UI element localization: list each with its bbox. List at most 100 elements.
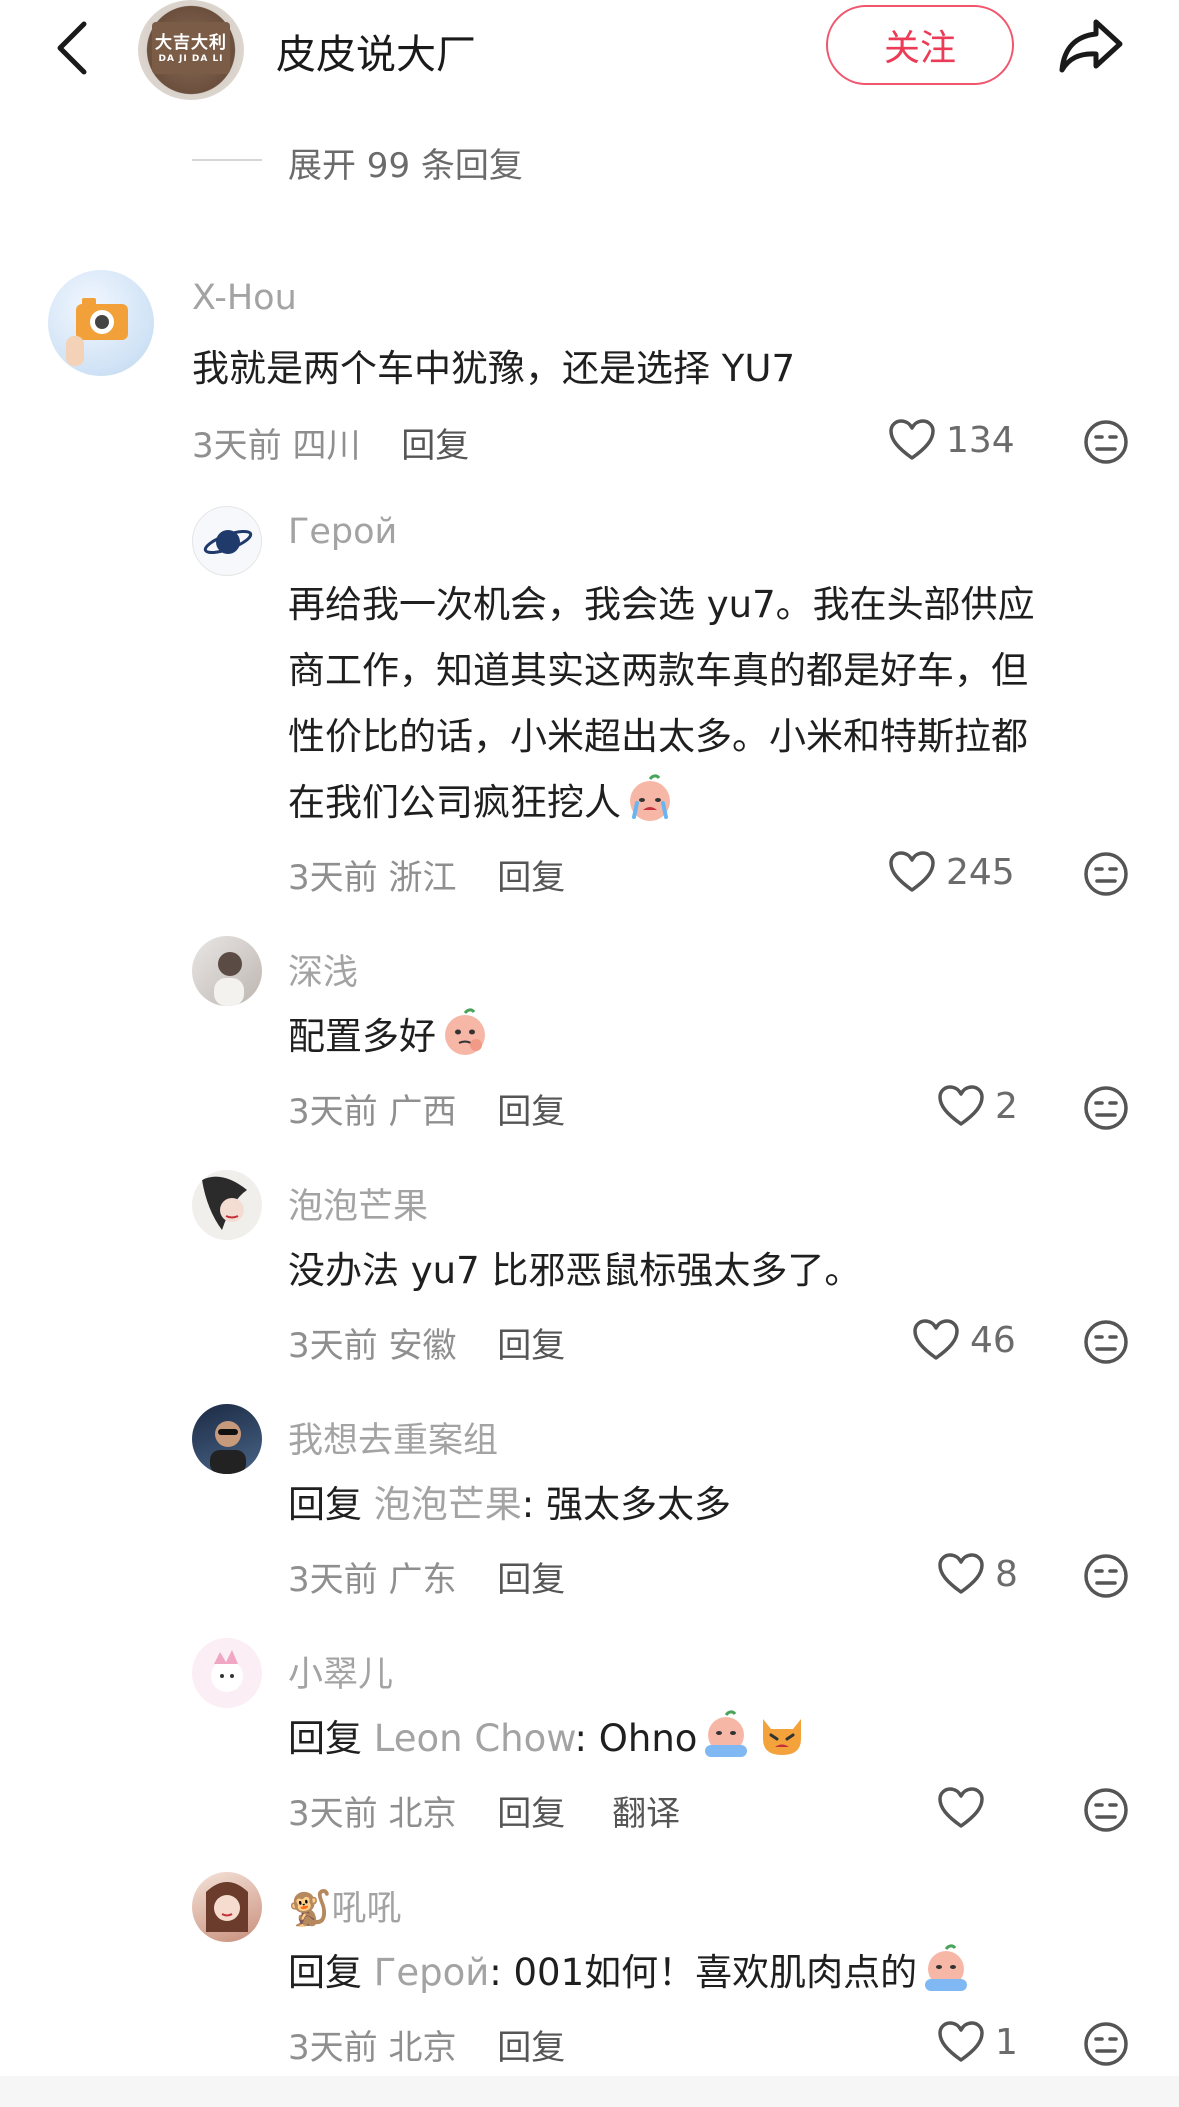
heart-icon — [889, 851, 935, 892]
comment-username[interactable]: 深浅 — [288, 944, 358, 995]
comment-meta: 3天前 广东 回复 — [288, 1552, 565, 1601]
comment-text-line: 商工作，知道其实这两款车真的都是好车，但 — [288, 649, 1028, 692]
avatar[interactable] — [192, 506, 262, 576]
like-count: 245 — [946, 851, 1015, 893]
comment-text-wrap: 回复 Leon Chow: Ohno — [288, 1706, 809, 1772]
comment-location: 北京 — [388, 1794, 457, 1834]
comment-text: : 强太多太多 — [521, 1483, 731, 1526]
like-button[interactable]: 2 — [937, 1084, 1018, 1128]
comment-text-line: 再给我一次机会，我会选 yu7。我在头部供应 — [288, 583, 1035, 626]
expand-replies-link[interactable]: 展开 99 条回复 — [288, 138, 523, 187]
comment-username[interactable]: 小翠儿 — [288, 1646, 393, 1697]
crying-emoji-icon — [705, 1710, 748, 1757]
avatar[interactable] — [192, 1638, 262, 1708]
dislike-face-icon[interactable] — [1082, 2020, 1130, 2068]
comment-username[interactable]: X-Hou — [192, 278, 297, 318]
crying-emoji-icon — [925, 1944, 968, 1991]
channel-avatar[interactable]: 大吉大利 DA JI DA LI — [138, 0, 244, 100]
reply-to-username[interactable]: 泡泡芒果 — [374, 1483, 522, 1526]
avatar-logo-text: 大吉大利 — [155, 33, 227, 53]
comment-meta: 3天前 安徽 回复 — [288, 1318, 565, 1367]
heart-icon — [938, 1553, 984, 1594]
reply-button[interactable]: 回复 — [497, 1560, 565, 1600]
like-count: 1 — [995, 2021, 1018, 2063]
comment-location: 北京 — [388, 2028, 457, 2068]
avatar[interactable] — [192, 1170, 262, 1240]
dislike-face-icon[interactable] — [1082, 1318, 1130, 1366]
comment-text: : Ohno — [574, 1717, 698, 1760]
comment-username[interactable]: 吼吼 — [332, 1889, 402, 1929]
reply-button[interactable]: 回复 — [401, 426, 469, 466]
follow-button[interactable]: 关注 — [826, 5, 1014, 85]
comment-text-line: 性价比的话，小米超出太多。小米和特斯拉都 — [288, 715, 1028, 758]
comment-username[interactable]: Герой — [288, 512, 397, 552]
reply-button[interactable]: 回复 — [497, 2028, 565, 2068]
comment-location: 四川 — [292, 426, 361, 466]
like-button[interactable]: 46 — [912, 1318, 1016, 1362]
like-count: 2 — [995, 1085, 1018, 1127]
avatar[interactable] — [192, 1872, 262, 1942]
dislike-face-icon[interactable] — [1082, 1084, 1130, 1132]
comment-location: 广东 — [388, 1560, 457, 1600]
comment-time: 3天前 — [192, 426, 282, 466]
like-count: 8 — [995, 1553, 1018, 1595]
like-count: 134 — [946, 419, 1015, 461]
avatar-logo-subtext: DA JI DA LI — [158, 54, 224, 64]
comment-text-wrap: 配置多好 — [288, 1004, 492, 1070]
like-button[interactable]: 134 — [888, 418, 1015, 462]
dislike-face-icon[interactable] — [1082, 850, 1130, 898]
like-button[interactable] — [937, 1786, 995, 1830]
reply-button[interactable]: 回复 — [497, 1326, 565, 1366]
comment-text-wrap: 回复 Герой: 001如何！喜欢肌肉点的 — [288, 1940, 973, 2006]
heart-icon — [938, 1787, 984, 1828]
heart-icon — [889, 419, 935, 460]
angry-cat-emoji-icon — [763, 1719, 802, 1755]
like-button[interactable]: 245 — [888, 850, 1015, 894]
top-bar: 大吉大利 DA JI DA LI 皮皮说大厂 关注 — [0, 0, 1179, 100]
comment-time: 3天前 — [288, 1560, 378, 1600]
comment-meta: 3天前 北京 回复 翻译 — [288, 1786, 680, 1835]
heart-icon — [913, 1319, 959, 1360]
comment-username-wrap[interactable]: 🐒吼吼 — [288, 1880, 402, 1931]
dislike-face-icon[interactable] — [1082, 418, 1130, 466]
reply-button[interactable]: 回复 — [497, 858, 565, 898]
like-count: 46 — [970, 1319, 1016, 1361]
reply-prefix: 回复 — [288, 1951, 362, 1994]
comment-text-line: 在我们公司疯狂挖人 — [288, 781, 621, 824]
expand-divider — [192, 159, 262, 161]
reply-button[interactable]: 回复 — [497, 1092, 565, 1132]
comment-location: 广西 — [388, 1092, 457, 1132]
avatar[interactable] — [192, 1404, 262, 1474]
share-arrow-icon — [1059, 19, 1123, 73]
comment-text: 配置多好 — [288, 1015, 436, 1058]
comment-text: 没办法 yu7 比邪恶鼠标强太多了。 — [288, 1249, 862, 1292]
comment-text: 我就是两个车中犹豫，还是选择 YU7 — [192, 347, 795, 390]
like-button[interactable]: 1 — [937, 2020, 1018, 2064]
dislike-face-icon[interactable] — [1082, 1786, 1130, 1834]
reply-to-username[interactable]: Leon Chow — [374, 1717, 575, 1760]
comment-meta: 3天前 四川 回复 — [192, 418, 469, 467]
comment-meta: 3天前 浙江 回复 — [288, 850, 565, 899]
comment-text-last-line: 在我们公司疯狂挖人 — [288, 770, 677, 836]
camera-icon — [66, 298, 128, 366]
heart-icon — [938, 2021, 984, 2062]
comment-location: 安徽 — [388, 1326, 457, 1366]
reply-prefix: 回复 — [288, 1717, 362, 1760]
comment-username[interactable]: 我想去重案组 — [288, 1412, 498, 1463]
avatar[interactable] — [48, 270, 154, 376]
dislike-face-icon[interactable] — [1082, 1552, 1130, 1600]
reply-prefix: 回复 — [288, 1483, 362, 1526]
like-button[interactable]: 8 — [937, 1552, 1018, 1596]
share-button[interactable] — [1056, 16, 1126, 76]
comment-username[interactable]: 泡泡芒果 — [288, 1178, 428, 1229]
bottom-input-bar — [0, 2076, 1179, 2107]
back-button[interactable] — [48, 18, 98, 78]
translate-button[interactable]: 翻译 — [612, 1794, 680, 1834]
avatar[interactable] — [192, 936, 262, 1006]
reply-button[interactable]: 回复 — [497, 1794, 565, 1834]
comment-time: 3天前 — [288, 1092, 378, 1132]
reply-to-username[interactable]: Герой — [374, 1951, 490, 1994]
thinking-emoji-icon — [445, 1008, 485, 1055]
chevron-left-icon — [57, 21, 87, 75]
channel-name[interactable]: 皮皮说大厂 — [276, 22, 476, 80]
